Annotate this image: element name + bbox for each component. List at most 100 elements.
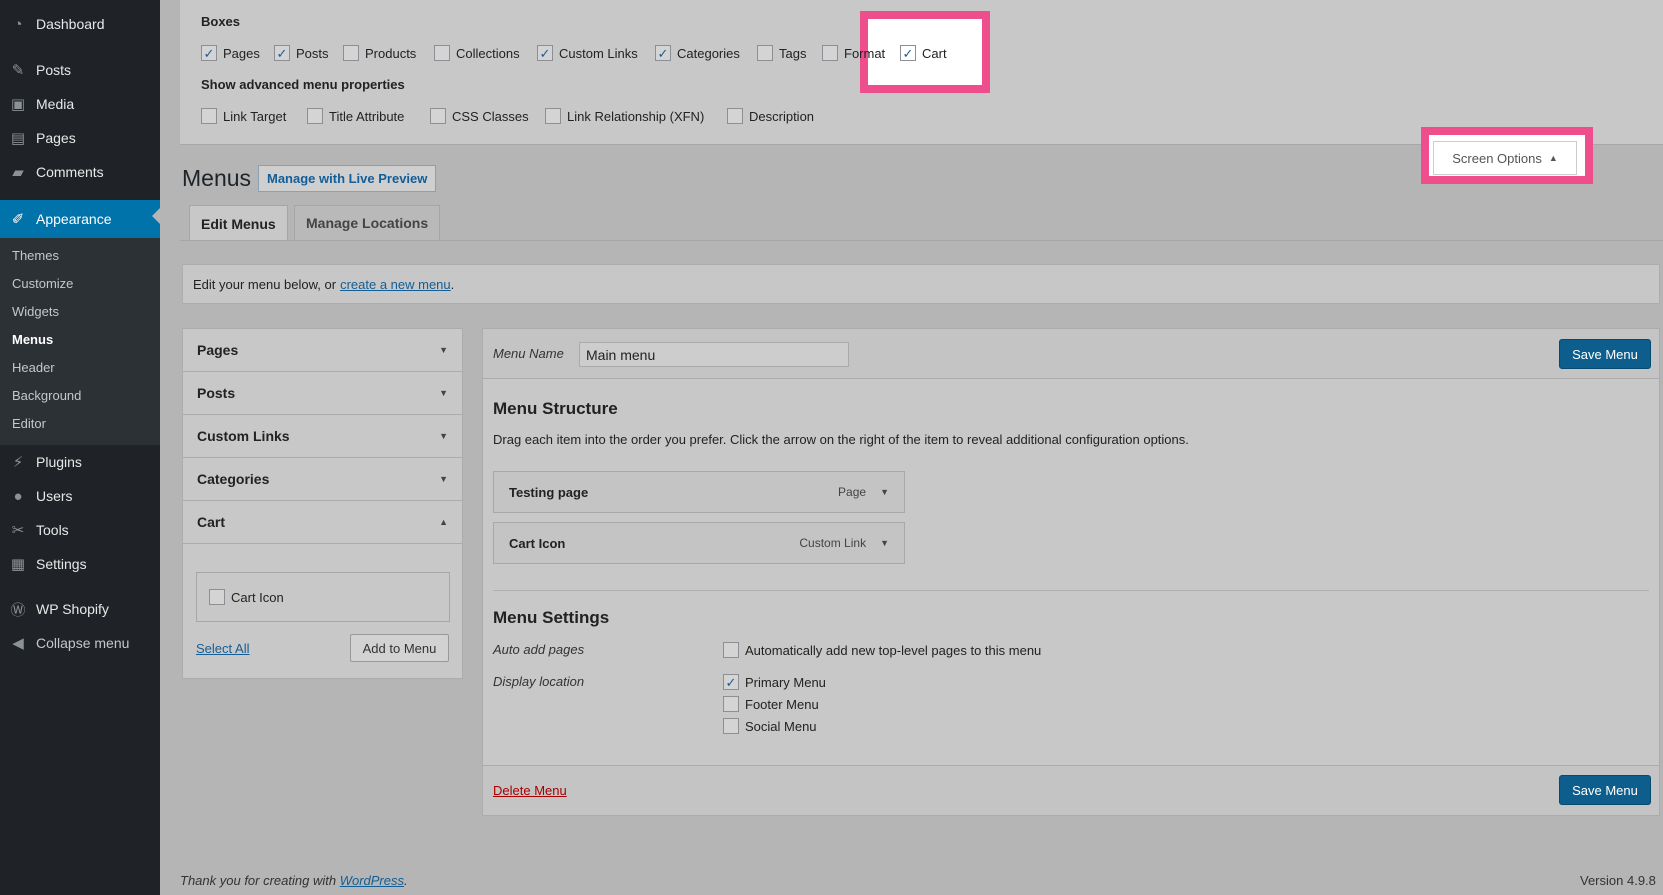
editor-header: Menu Name Save Menu: [483, 329, 1659, 379]
checkbox-checked[interactable]: ✓: [900, 45, 916, 61]
checkbox-checked[interactable]: ✓: [537, 45, 553, 61]
nav-comments[interactable]: ▰ Comments: [0, 156, 160, 188]
location-social-menu[interactable]: Social Menu: [723, 718, 817, 734]
submenu-themes[interactable]: Themes: [12, 248, 59, 263]
nav-appearance[interactable]: ✐ Appearance: [0, 200, 160, 238]
submenu-editor[interactable]: Editor: [12, 416, 46, 431]
create-new-menu-link[interactable]: create a new menu: [340, 277, 451, 292]
nav-media[interactable]: ▣ Media: [0, 88, 160, 120]
dashboard-icon: ◔: [13, 15, 23, 33]
wordpress-link[interactable]: WordPress: [340, 873, 404, 888]
adv-toggle-title-attribute[interactable]: Title Attribute: [307, 108, 404, 124]
tab-manage-locations[interactable]: Manage Locations: [294, 205, 441, 240]
save-menu-button[interactable]: Save Menu: [1559, 775, 1651, 805]
caret-down-icon[interactable]: ▼: [880, 538, 889, 548]
checkbox-unchecked[interactable]: [727, 108, 743, 124]
accordion-categories[interactable]: Categories ▼: [183, 458, 462, 501]
nav-tools[interactable]: ✂ Tools: [0, 514, 160, 546]
box-toggle-categories[interactable]: ✓ Categories: [655, 45, 740, 61]
screen-options-button[interactable]: Screen Options ▲: [1433, 141, 1577, 175]
submenu-header[interactable]: Header: [12, 360, 55, 375]
editor-footer: [483, 765, 1659, 815]
delete-menu-link[interactable]: Delete Menu: [493, 783, 567, 798]
nav-label: WP Shopify: [36, 601, 109, 617]
screen-options-panel: Boxes ✓ Pages ✓ Posts Products Collections…: [180, 0, 1663, 145]
nav-pages[interactable]: ▤ Pages: [0, 122, 160, 154]
pages-icon: ▤: [10, 130, 26, 147]
nav-users[interactable]: ● Users: [0, 480, 160, 512]
checkbox-unchecked[interactable]: [307, 108, 323, 124]
checkbox-checked[interactable]: ✓: [655, 45, 671, 61]
footer-version: Version 4.9.8: [1580, 873, 1656, 888]
caret-down-icon: ▼: [439, 388, 448, 398]
tab-edit-menus[interactable]: Edit Menus: [189, 205, 288, 241]
checkbox-unchecked[interactable]: [434, 45, 450, 61]
nav-label: Media: [36, 96, 75, 112]
box-toggle-collections[interactable]: Collections: [434, 45, 520, 61]
wordpress-icon: Ⓦ: [10, 601, 26, 619]
checkbox-checked[interactable]: ✓: [274, 45, 290, 61]
nav-dashboard[interactable]: ◔ Dashboard: [0, 8, 160, 40]
nav-collapse-menu[interactable]: ◀ Collapse menu: [0, 627, 160, 659]
checkbox-unchecked[interactable]: [343, 45, 359, 61]
nav-label: Pages: [36, 130, 76, 146]
checkbox-unchecked[interactable]: [723, 718, 739, 734]
checkbox-unchecked[interactable]: [822, 45, 838, 61]
menu-name-label: Menu Name: [493, 346, 564, 361]
nav-label: Collapse menu: [36, 635, 130, 651]
checkbox-unchecked[interactable]: [430, 108, 446, 124]
adv-toggle-description[interactable]: Description: [727, 108, 814, 124]
select-all-link[interactable]: Select All: [196, 641, 249, 656]
nav-wp-shopify[interactable]: Ⓦ WP Shopify: [0, 593, 160, 625]
menu-structure-title: Menu Structure: [493, 399, 618, 418]
checkbox-unchecked[interactable]: [723, 696, 739, 712]
save-menu-button[interactable]: Save Menu: [1559, 339, 1651, 369]
checkbox-checked[interactable]: ✓: [723, 674, 739, 690]
caret-down-icon[interactable]: ▼: [880, 487, 889, 497]
box-toggle-cart[interactable]: ✓ Cart: [900, 45, 947, 61]
submenu-background[interactable]: Background: [12, 388, 81, 403]
nav-label: Plugins: [36, 454, 82, 470]
submenu-widgets[interactable]: Widgets: [12, 304, 59, 319]
settings-icon: ▦: [10, 556, 26, 573]
accordion-cart[interactable]: Cart ▲: [183, 501, 462, 544]
box-toggle-tags[interactable]: Tags: [757, 45, 806, 61]
caret-down-icon: ▼: [439, 474, 448, 484]
media-icon: ▣: [10, 96, 26, 113]
location-primary-menu[interactable]: ✓ Primary Menu: [723, 674, 826, 690]
menu-name-input[interactable]: [579, 342, 849, 367]
wrench-icon: ✂: [11, 522, 25, 539]
live-preview-button[interactable]: Manage with Live Preview: [258, 165, 437, 192]
checkbox-unchecked[interactable]: [545, 108, 561, 124]
accordion-posts[interactable]: Posts ▼: [183, 372, 462, 415]
box-toggle-products[interactable]: Products: [343, 45, 416, 61]
menu-item[interactable]: Cart Icon Custom Link ▼: [493, 522, 905, 564]
nav-posts[interactable]: ✎ Posts: [0, 54, 160, 86]
adv-toggle-xfn[interactable]: Link Relationship (XFN): [545, 108, 704, 124]
checkbox-unchecked[interactable]: [201, 108, 217, 124]
cart-icon-option[interactable]: Cart Icon: [209, 589, 284, 605]
nav-settings[interactable]: ▦ Settings: [0, 548, 160, 580]
location-footer-menu[interactable]: Footer Menu: [723, 696, 819, 712]
adv-toggle-link-target[interactable]: Link Target: [201, 108, 286, 124]
checkbox-unchecked[interactable]: [723, 642, 739, 658]
checkbox-unchecked[interactable]: [209, 589, 225, 605]
auto-add-option[interactable]: Automatically add new top-level pages to…: [723, 642, 1041, 658]
box-toggle-custom-links[interactable]: ✓ Custom Links: [537, 45, 638, 61]
checkbox-checked[interactable]: ✓: [201, 45, 217, 61]
box-toggle-posts[interactable]: ✓ Posts: [274, 45, 329, 61]
add-to-menu-button[interactable]: Add to Menu: [350, 634, 449, 662]
accordion-custom-links[interactable]: Custom Links ▼: [183, 415, 462, 458]
nav-plugins[interactable]: ⚡ Plugins: [0, 446, 160, 478]
box-toggle-pages[interactable]: ✓ Pages: [201, 45, 260, 61]
add-items-accordion: Pages ▼ Posts ▼ Custom Links ▼ Categories ▼ …: [182, 328, 463, 679]
menu-item[interactable]: Testing page Page ▼: [493, 471, 905, 513]
checkbox-unchecked[interactable]: [757, 45, 773, 61]
accordion-pages[interactable]: Pages ▼: [183, 329, 462, 372]
submenu-customize[interactable]: Customize: [12, 276, 73, 291]
cart-items-list: Cart Icon: [196, 572, 450, 622]
box-toggle-format[interactable]: Format: [822, 45, 885, 61]
adv-toggle-css-classes[interactable]: CSS Classes: [430, 108, 529, 124]
submenu-menus[interactable]: Menus: [12, 332, 53, 347]
nav-label: Tools: [36, 522, 69, 538]
